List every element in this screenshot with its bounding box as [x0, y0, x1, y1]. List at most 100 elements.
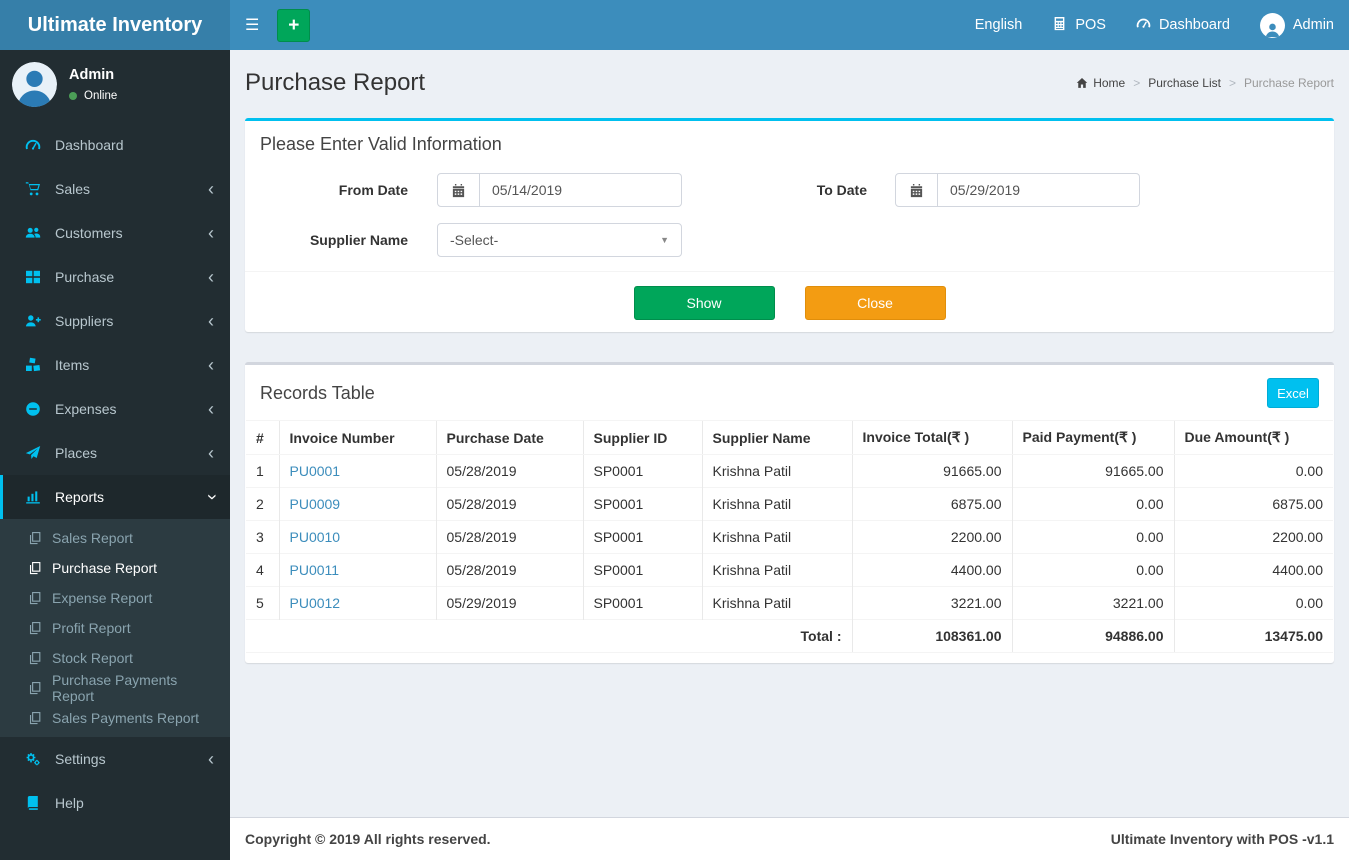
sidebar-item-customers[interactable]: Customers ‹: [0, 211, 230, 255]
copy-icon: [28, 531, 42, 545]
supplier-select[interactable]: -Select- ▼: [437, 223, 682, 257]
copy-icon: [28, 681, 42, 695]
cell-due-amount: 0.00: [1173, 454, 1333, 488]
invoice-link[interactable]: PU0012: [290, 595, 341, 611]
close-button[interactable]: Close: [804, 286, 946, 320]
breadcrumb: Home > Purchase List > Purchase Report: [1036, 76, 1334, 90]
sidebar-subitem-purchase-report[interactable]: Purchase Report: [0, 553, 230, 583]
table-row: 5 PU0012 05/29/2019 SP0001 Krishna Patil 3221…: [246, 586, 1333, 620]
nav-item-dashboard[interactable]: Dashboard: [1121, 0, 1245, 50]
col-header-invoice-total: Invoice Total(₹ ): [851, 420, 1012, 455]
invoice-link[interactable]: PU0011: [290, 562, 340, 578]
tachometer-icon: [1136, 16, 1151, 35]
content-wrapper: Purchase Report Home > Purchase List > Purch…: [230, 50, 1349, 860]
copyright-text: Copyright © 2019 All rights reserved.: [245, 831, 491, 847]
sidebar-item-settings[interactable]: Settings ‹: [0, 737, 230, 781]
chevron-left-icon: ‹: [208, 355, 214, 375]
cell-supplier-id: SP0001: [582, 487, 702, 521]
content-header: Purchase Report Home > Purchase List > Purch…: [230, 50, 1349, 108]
cell-invoice-number: PU0009: [278, 487, 436, 521]
cell-invoice-total: 3221.00: [851, 586, 1012, 620]
cell-invoice-total: 2200.00: [851, 520, 1012, 554]
sidebar-item-label: Help: [55, 795, 84, 811]
sidebar-item-sales[interactable]: Sales ‹: [0, 167, 230, 211]
nav-item-pos[interactable]: POS: [1037, 0, 1121, 50]
table-row: 4 PU0011 05/28/2019 SP0001 Krishna Patil 4400…: [246, 553, 1333, 587]
add-button[interactable]: +: [277, 8, 311, 42]
sidebar-user-info: Admin Online: [69, 62, 117, 107]
nav-item-user[interactable]: Admin: [1245, 0, 1349, 50]
table-header-row: # Invoice Number Purchase Date Supplier ID S…: [246, 420, 1333, 455]
copy-icon: [28, 651, 42, 665]
cell-number: 4: [246, 553, 279, 587]
nav-pos-label: POS: [1075, 17, 1106, 33]
invoice-link[interactable]: PU0009: [290, 496, 341, 512]
sidebar-item-purchase[interactable]: Purchase ‹: [0, 255, 230, 299]
home-icon: [1076, 77, 1088, 89]
filter-form: From Date To Date Supplier Name -Select-: [245, 163, 1334, 271]
supplier-select-value: -Select-: [450, 232, 499, 248]
col-header-supplier-id: Supplier ID: [582, 420, 702, 455]
sidebar-item-places[interactable]: Places ‹: [0, 431, 230, 475]
cubes-icon: [25, 357, 41, 373]
cell-supplier-id: SP0001: [582, 586, 702, 620]
sidebar-item-reports[interactable]: Reports ‹: [0, 475, 230, 519]
sidebar-subitem-sales-report[interactable]: Sales Report: [0, 523, 230, 553]
sidebar-item-label: Sales: [55, 181, 91, 197]
show-button[interactable]: Show: [633, 286, 775, 320]
user-icon: [1259, 12, 1285, 38]
filter-panel: Please Enter Valid Information From Date…: [245, 118, 1334, 332]
total-label: Total :: [246, 619, 852, 653]
content: Please Enter Valid Information From Date…: [230, 108, 1349, 817]
date-row: From Date To Date: [260, 173, 1319, 207]
total-value-1: 94886.00: [1011, 619, 1174, 653]
bar-chart-icon: [25, 489, 41, 505]
cell-paid-payment: 91665.00: [1011, 454, 1174, 488]
cell-paid-payment: 0.00: [1011, 487, 1174, 521]
col-header-supplier-name: Supplier Name: [701, 420, 852, 455]
col-header-paid-payment: Paid Payment(₹ ): [1011, 420, 1174, 455]
breadcrumb-item-home[interactable]: Home: [1076, 76, 1125, 90]
col-header-due-amount: Due Amount(₹ ): [1173, 420, 1333, 455]
sidebar-subitem-expense-report[interactable]: Expense Report: [0, 583, 230, 613]
to-date-input[interactable]: [938, 173, 1140, 207]
sidebar-item-suppliers[interactable]: Suppliers ‹: [0, 299, 230, 343]
records-table-wrap: # Invoice Number Purchase Date Supplier ID S…: [245, 416, 1334, 663]
from-date-input[interactable]: [480, 173, 682, 207]
cell-supplier-name: Krishna Patil: [701, 487, 852, 521]
user-status[interactable]: Online: [69, 90, 117, 102]
sidebar-toggle-button[interactable]: ☰: [230, 0, 274, 50]
sidebar-item-expenses[interactable]: Expenses ‹: [0, 387, 230, 431]
sidebar-subitem-sales-payments-report[interactable]: Sales Payments Report: [0, 703, 230, 733]
sidebar-subitem-label: Sales Report: [52, 530, 133, 546]
nav-item-language[interactable]: English: [960, 0, 1038, 50]
sidebar-subitem-purchase-payments-report[interactable]: Purchase Payments Report: [0, 672, 230, 704]
sidebar-subitem-profit-report[interactable]: Profit Report: [0, 613, 230, 643]
navbar-main: ☰ + English POS Dashboard Admin: [230, 0, 1349, 50]
breadcrumb-item-purchase-list[interactable]: Purchase List: [1148, 76, 1221, 90]
chevron-left-icon: ‹: [208, 749, 214, 769]
sidebar-subitem-stock-report[interactable]: Stock Report: [0, 643, 230, 673]
sidebar-item-help[interactable]: Help: [0, 781, 230, 825]
cell-supplier-name: Krishna Patil: [701, 454, 852, 488]
chevron-down-icon: ‹: [201, 494, 221, 500]
gears-icon: [25, 751, 41, 767]
sidebar-item-label: Reports: [55, 489, 105, 505]
plus-icon: +: [288, 14, 300, 36]
sidebar-item-items[interactable]: Items ‹: [0, 343, 230, 387]
sidebar-item-dashboard[interactable]: Dashboard: [0, 123, 230, 167]
cell-number: 1: [246, 454, 279, 488]
reports-submenu: Sales Report Purchase Report Expense Repor…: [0, 519, 230, 737]
book-icon: [25, 795, 41, 811]
copy-icon: [28, 561, 42, 575]
sidebar-item-label: Expenses: [55, 401, 117, 417]
app-logo-text: Ultimate Inventory: [27, 13, 203, 36]
excel-export-button[interactable]: Excel: [1267, 378, 1319, 408]
nav-language-label: English: [974, 17, 1023, 33]
invoice-link[interactable]: PU0010: [290, 529, 341, 545]
invoice-link[interactable]: PU0001: [290, 463, 341, 479]
calculator-icon: [1052, 16, 1067, 35]
app-logo[interactable]: Ultimate Inventory: [0, 0, 230, 50]
cell-invoice-total: 91665.00: [851, 454, 1012, 488]
breadcrumb-label: Home: [1093, 76, 1126, 90]
